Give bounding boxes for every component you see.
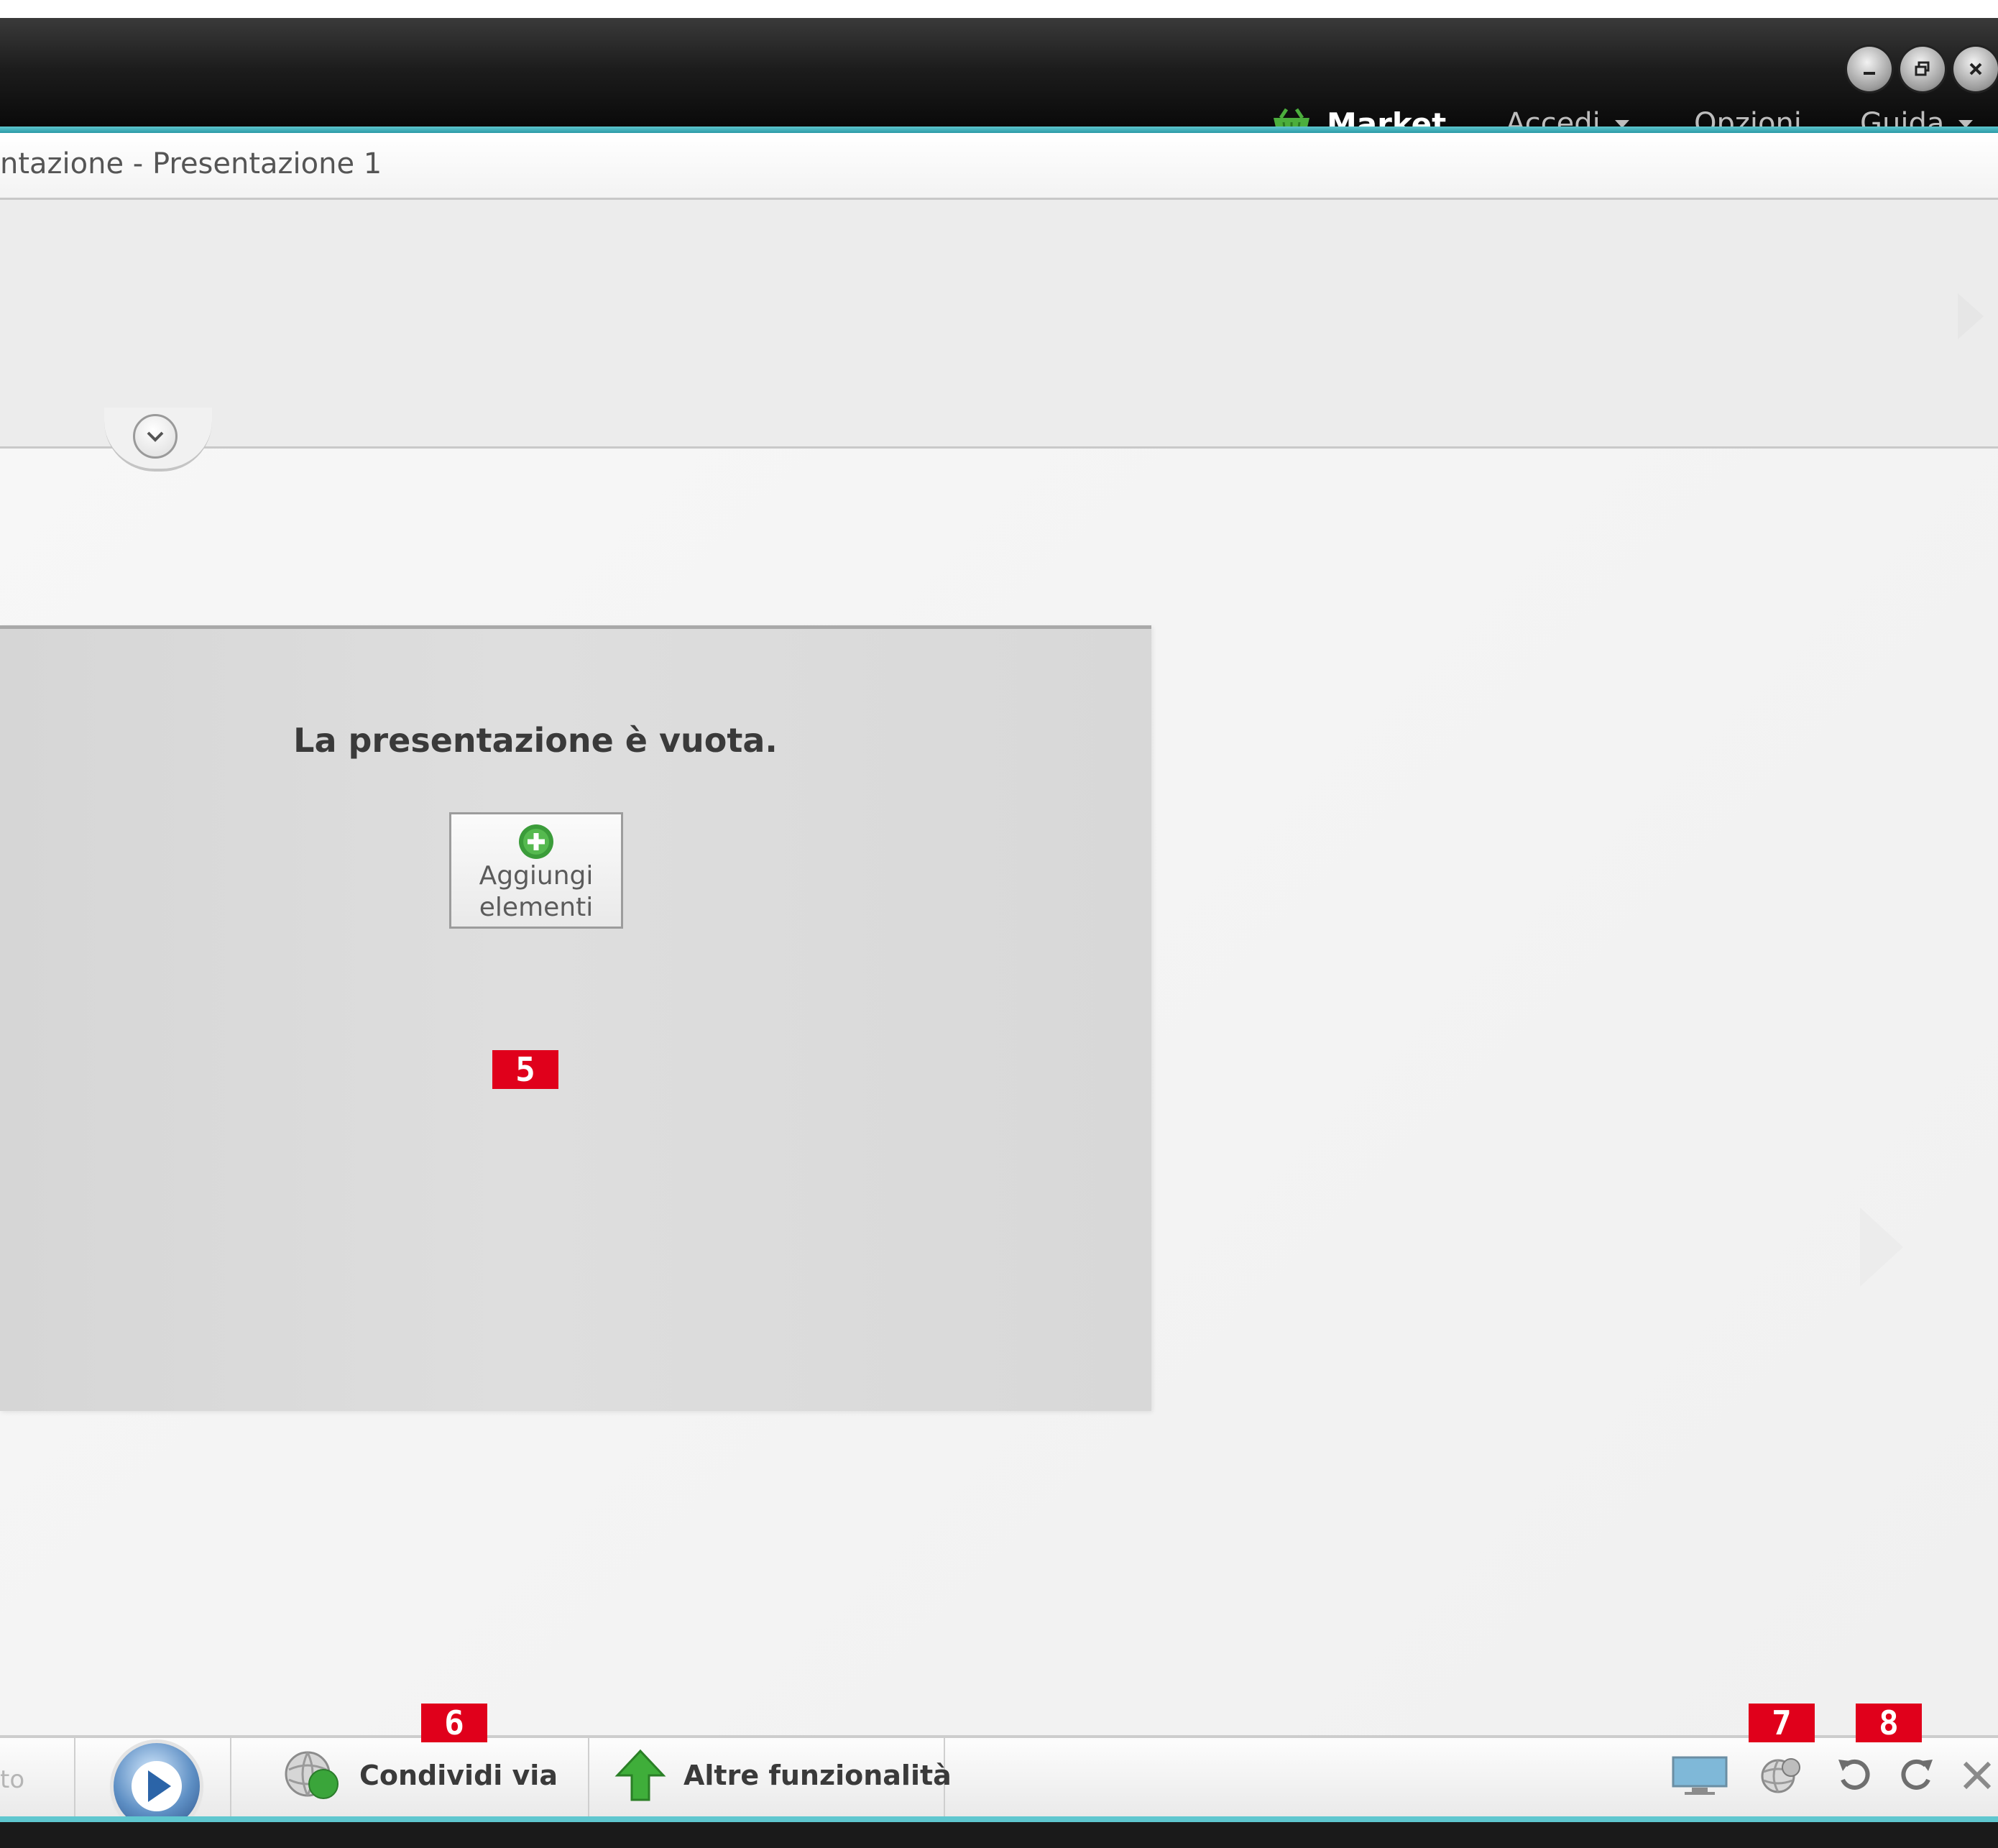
share-button[interactable]: Condividi via (282, 1743, 558, 1808)
toolbar-divider (588, 1738, 589, 1819)
close-icon (1963, 1761, 1992, 1790)
share-label: Condividi via (359, 1760, 558, 1791)
undo-icon (1838, 1759, 1870, 1790)
ribbon-expand-button[interactable] (133, 414, 178, 459)
window-frame-bottom (0, 1816, 1998, 1848)
undo-button[interactable] (1833, 1754, 1876, 1797)
window-frame-top (0, 0, 1998, 18)
minimize-icon (1864, 72, 1875, 75)
toolbar-divider (230, 1738, 231, 1819)
more-features-label: Altre funzionalità (683, 1760, 952, 1791)
annotation-marker-8: 8 (1856, 1704, 1922, 1742)
redo-button[interactable] (1895, 1754, 1938, 1797)
annotation-marker-6: 6 (421, 1704, 487, 1742)
ribbon-scroll-right-icon[interactable] (1958, 293, 1984, 339)
globe-share-icon (285, 1751, 339, 1799)
close-document-button[interactable] (1956, 1754, 1998, 1797)
add-elements-label-line2: elementi (479, 893, 594, 922)
ribbon-panel (0, 200, 1998, 449)
title-bar: Market Accedi Opzioni Guida (0, 18, 1998, 142)
annotation-marker-5: 5 (492, 1050, 558, 1089)
empty-presentation-message: La presentazione è vuota. (293, 721, 778, 760)
play-icon (132, 1761, 182, 1811)
annotation-marker-7: 7 (1749, 1704, 1815, 1742)
monitor-icon (1672, 1756, 1728, 1795)
network-settings-button[interactable] (1755, 1754, 1805, 1797)
window-controls (1847, 47, 1998, 91)
close-icon (1969, 63, 1982, 75)
title-bar-accent (0, 127, 1998, 133)
restore-button[interactable] (1900, 47, 1945, 91)
minimize-button[interactable] (1847, 47, 1892, 91)
close-button[interactable] (1953, 47, 1998, 91)
up-arrow-icon (614, 1749, 666, 1801)
toolbar-partial-label: to (0, 1765, 25, 1794)
toolbar-divider (74, 1738, 75, 1819)
restore-icon (1915, 61, 1930, 76)
settings-globe-icon (1761, 1758, 1800, 1793)
redo-icon (1901, 1759, 1933, 1790)
add-elements-label-line1: Aggiungi (479, 861, 594, 891)
add-elements-button[interactable]: Aggiungi elementi (449, 812, 623, 929)
faint-next-arrow-icon (1860, 1208, 1903, 1287)
chevron-down-icon (147, 431, 164, 442)
monitor-button[interactable] (1669, 1754, 1731, 1797)
document-title-bar: ntazione - Presentazione 1 (0, 133, 1998, 200)
more-features-button[interactable]: Altre funzionalità (613, 1743, 952, 1808)
document-title: ntazione - Presentazione 1 (0, 147, 382, 180)
plus-circle-icon (519, 824, 553, 859)
